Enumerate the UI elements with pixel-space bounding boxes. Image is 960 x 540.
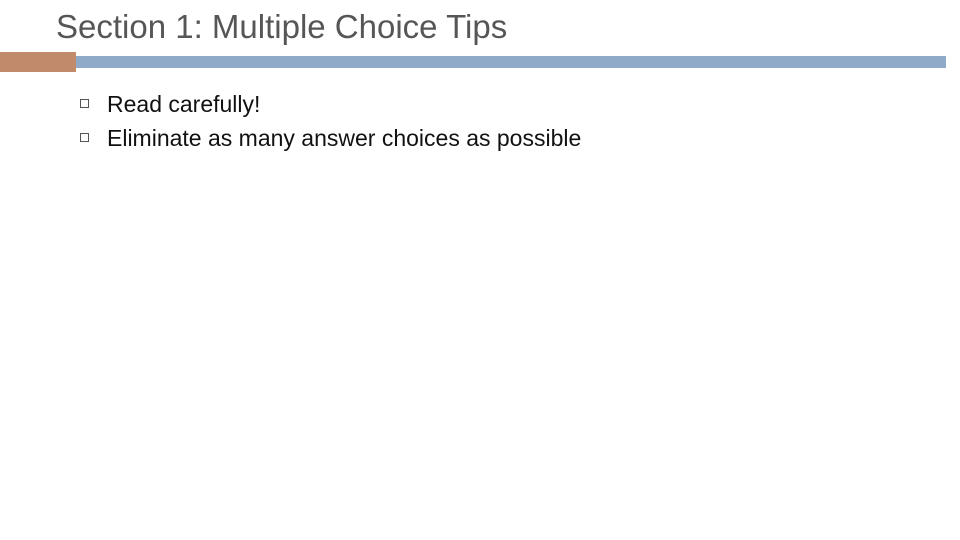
list-item: Eliminate as many answer choices as poss… xyxy=(80,124,960,154)
content-area: Read carefully! Eliminate as many answer… xyxy=(0,72,960,154)
list-item-text: Read carefully! xyxy=(107,90,260,120)
divider-bar-accent xyxy=(0,52,76,72)
list-item: Read carefully! xyxy=(80,90,960,120)
square-bullet-icon xyxy=(80,99,89,108)
divider-bar-main xyxy=(0,56,946,68)
square-bullet-icon xyxy=(80,133,89,142)
slide: Section 1: Multiple Choice Tips Read car… xyxy=(0,0,960,540)
slide-title: Section 1: Multiple Choice Tips xyxy=(0,0,516,50)
list-item-text: Eliminate as many answer choices as poss… xyxy=(107,124,581,154)
divider-bar xyxy=(0,52,960,72)
